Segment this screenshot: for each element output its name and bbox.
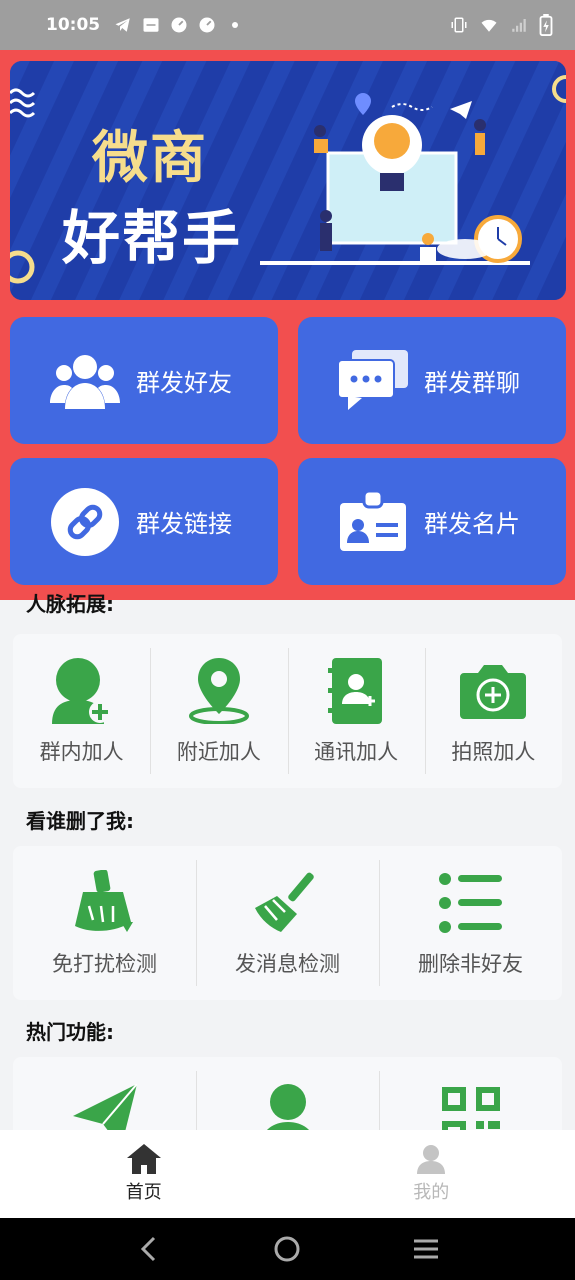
dnd-check-button[interactable]: 免打扰检测 <box>13 846 196 1000</box>
dnd-check-label: 免打扰检测 <box>52 952 157 976</box>
add-person-icon <box>51 656 112 726</box>
add-from-group-button[interactable]: 群内加人 <box>13 634 150 788</box>
user-icon <box>417 1145 446 1174</box>
remove-non-friends-label: 删除非好友 <box>418 952 523 976</box>
id-card-icon <box>338 487 408 557</box>
remove-non-friends-button[interactable]: 删除非好友 <box>379 846 562 1000</box>
notification-dot <box>232 22 239 28</box>
circle-home-icon <box>274 1236 300 1262</box>
telegram-icon <box>115 18 130 32</box>
signal-icon <box>512 19 526 32</box>
tab-mine-label: 我的 <box>413 1182 450 1203</box>
recents-button[interactable] <box>406 1229 446 1269</box>
battery-icon <box>539 14 553 36</box>
feature-panel: 微商 好帮手 群发好友 群发群聊 群发链接 群发名片 <box>0 50 575 600</box>
section-title-deleted: 看谁删了我: <box>26 809 134 833</box>
message-check-label: 发消息检测 <box>235 952 340 976</box>
add-nearby-label: 附近加人 <box>176 740 261 764</box>
status-bar: 10:05 <box>0 0 575 50</box>
mail-icon <box>143 18 159 32</box>
back-icon <box>141 1236 156 1262</box>
send-to-groups-label: 群发群聊 <box>424 369 520 397</box>
send-to-friends-button[interactable]: 群发好友 <box>10 317 278 444</box>
banner-title-line1: 微商 <box>92 126 208 191</box>
gauge-icon-2 <box>199 17 215 33</box>
broom-icon <box>74 868 135 938</box>
deleted-check-card: 免打扰检测 发消息检测 删除非好友 <box>13 846 562 1000</box>
add-nearby-button[interactable]: 附近加人 <box>150 634 287 788</box>
list-icon <box>438 868 504 938</box>
message-check-button[interactable]: 发消息检测 <box>196 846 379 1000</box>
contacts-card: 群内加人 附近加人 通讯加人 拍照加人 <box>13 634 562 788</box>
camera-add-icon <box>460 656 527 726</box>
add-by-photo-button[interactable]: 拍照加人 <box>424 634 562 788</box>
chat-bubbles-icon <box>338 346 408 416</box>
status-time: 10:05 <box>46 15 101 35</box>
link-icon <box>50 487 120 557</box>
send-to-groups-button[interactable]: 群发群聊 <box>298 317 566 444</box>
send-card-label: 群发名片 <box>424 510 520 538</box>
send-to-friends-label: 群发好友 <box>136 369 232 397</box>
send-link-label: 群发链接 <box>136 510 232 538</box>
banner: 微商 好帮手 <box>10 61 566 300</box>
send-card-button[interactable]: 群发名片 <box>298 458 566 585</box>
gauge-icon <box>171 17 187 33</box>
section-title-hot: 热门功能: <box>26 1020 114 1044</box>
group-icon <box>50 346 120 416</box>
section-title-contacts: 人脉拓展: <box>26 592 114 616</box>
wifi-icon <box>481 19 497 32</box>
location-pin-icon <box>188 656 249 726</box>
home-icon <box>126 1144 161 1174</box>
tab-home-label: 首页 <box>125 1182 162 1203</box>
send-link-button[interactable]: 群发链接 <box>10 458 278 585</box>
vibrate-icon <box>451 17 467 33</box>
sweep-icon <box>254 868 321 938</box>
add-from-contacts-button[interactable]: 通讯加人 <box>287 634 425 788</box>
banner-title-line2: 好帮手 <box>62 204 243 272</box>
menu-icon <box>413 1239 438 1259</box>
system-nav-bar <box>0 1218 575 1280</box>
back-button[interactable] <box>129 1229 169 1269</box>
add-from-group-label: 群内加人 <box>39 740 124 764</box>
home-nav-button[interactable] <box>267 1229 307 1269</box>
tab-mine[interactable]: 我的 <box>288 1130 575 1218</box>
tab-home[interactable]: 首页 <box>0 1130 288 1218</box>
add-by-photo-label: 拍照加人 <box>451 740 536 764</box>
bottom-tab-bar: 首页 我的 <box>0 1130 575 1218</box>
contact-book-icon <box>328 656 384 726</box>
add-from-contacts-label: 通讯加人 <box>314 740 399 764</box>
